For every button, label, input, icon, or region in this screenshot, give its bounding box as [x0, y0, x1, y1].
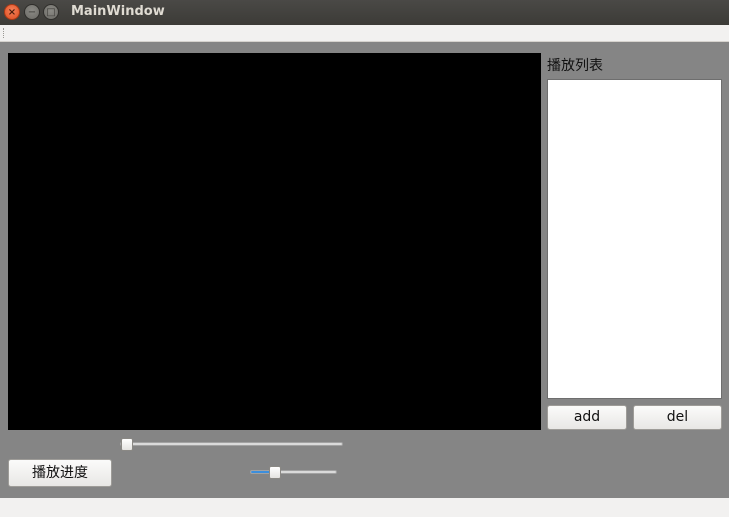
volume-slider[interactable] [250, 466, 337, 479]
play-progress-button[interactable]: 播放进度 [8, 459, 112, 487]
playlist-label: 播放列表 [547, 58, 603, 74]
maximize-icon[interactable]: □ [43, 4, 59, 20]
central-widget: 播放列表 add del 播放进度 [0, 42, 729, 498]
playlist-list[interactable] [547, 79, 722, 399]
add-button[interactable]: add [547, 405, 627, 430]
volume-slider-handle[interactable] [269, 466, 282, 479]
toolbar-grip-icon[interactable] [3, 28, 6, 38]
menu-bar[interactable] [0, 25, 729, 42]
video-display[interactable] [8, 53, 541, 430]
minimize-icon[interactable]: − [24, 4, 40, 20]
status-bar [0, 498, 729, 517]
window-title: MainWindow [71, 4, 165, 19]
progress-slider[interactable] [120, 438, 343, 451]
del-button[interactable]: del [633, 405, 722, 430]
progress-slider-handle[interactable] [121, 438, 133, 451]
main-window: × − □ MainWindow 播放列表 add del 播放进度 [0, 0, 729, 517]
title-bar[interactable]: × − □ MainWindow [0, 0, 729, 25]
close-icon[interactable]: × [4, 4, 20, 20]
